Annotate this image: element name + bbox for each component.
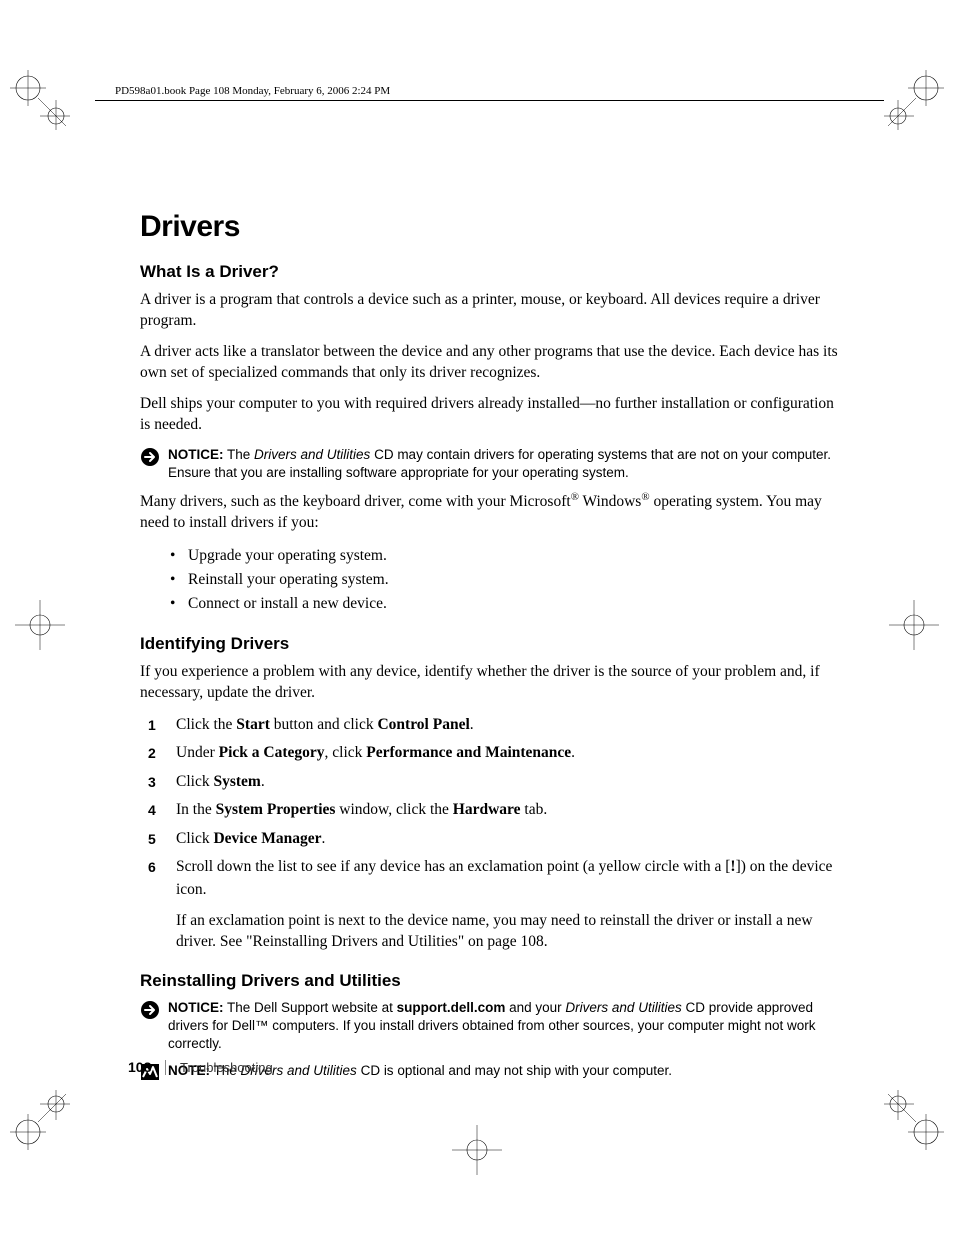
crop-mark-icon	[10, 70, 70, 130]
list-item: Reinstall your operating system.	[170, 568, 840, 592]
page-footer: 108 Troubleshooting	[128, 1059, 283, 1075]
page-number: 108	[128, 1059, 151, 1075]
notice-text: NOTICE: The Drivers and Utilities CD may…	[168, 446, 840, 482]
notice-text: NOTICE: The Dell Support website at supp…	[168, 999, 840, 1054]
running-header: PD598a01.book Page 108 Monday, February …	[115, 85, 390, 97]
list-item: Scroll down the list to see if any devic…	[148, 856, 840, 953]
body-text: Many drivers, such as the keyboard drive…	[140, 490, 840, 534]
list-item: Click the Start button and click Control…	[148, 714, 840, 736]
bullet-list: Upgrade your operating system. Reinstall…	[170, 544, 840, 616]
body-text: A driver acts like a translator between …	[140, 342, 840, 384]
crop-mark-icon	[447, 1120, 507, 1180]
page-content: Drivers What Is a Driver? A driver is a …	[140, 210, 840, 1094]
crop-mark-icon	[884, 595, 944, 655]
body-text: If you experience a problem with any dev…	[140, 662, 840, 704]
body-text: A driver is a program that controls a de…	[140, 290, 840, 332]
list-item: Click System.	[148, 771, 840, 793]
notice-label: NOTICE:	[168, 447, 224, 462]
list-item: Upgrade your operating system.	[170, 544, 840, 568]
crop-mark-icon	[884, 70, 944, 130]
list-item: Click Device Manager.	[148, 828, 840, 850]
h2-identifying-drivers: Identifying Drivers	[140, 634, 840, 654]
notice-block: NOTICE: The Dell Support website at supp…	[140, 999, 840, 1054]
crop-mark-icon	[10, 1090, 70, 1150]
footer-section: Troubleshooting	[165, 1060, 273, 1075]
notice-icon	[140, 1000, 160, 1025]
list-item: In the System Properties window, click t…	[148, 799, 840, 821]
crop-mark-icon	[884, 1090, 944, 1150]
body-text: If an exclamation point is next to the d…	[176, 911, 840, 953]
numbered-steps: Click the Start button and click Control…	[148, 714, 840, 953]
header-rule	[95, 100, 884, 101]
notice-icon	[140, 447, 160, 472]
notice-label: NOTICE:	[168, 1000, 224, 1015]
notice-block: NOTICE: The Drivers and Utilities CD may…	[140, 446, 840, 482]
list-item: Under Pick a Category, click Performance…	[148, 742, 840, 764]
list-item: Connect or install a new device.	[170, 592, 840, 616]
h1-drivers: Drivers	[140, 210, 840, 244]
crop-mark-icon	[10, 595, 70, 655]
h2-what-is-driver: What Is a Driver?	[140, 262, 840, 282]
h2-reinstalling: Reinstalling Drivers and Utilities	[140, 971, 840, 991]
body-text: Dell ships your computer to you with req…	[140, 394, 840, 436]
